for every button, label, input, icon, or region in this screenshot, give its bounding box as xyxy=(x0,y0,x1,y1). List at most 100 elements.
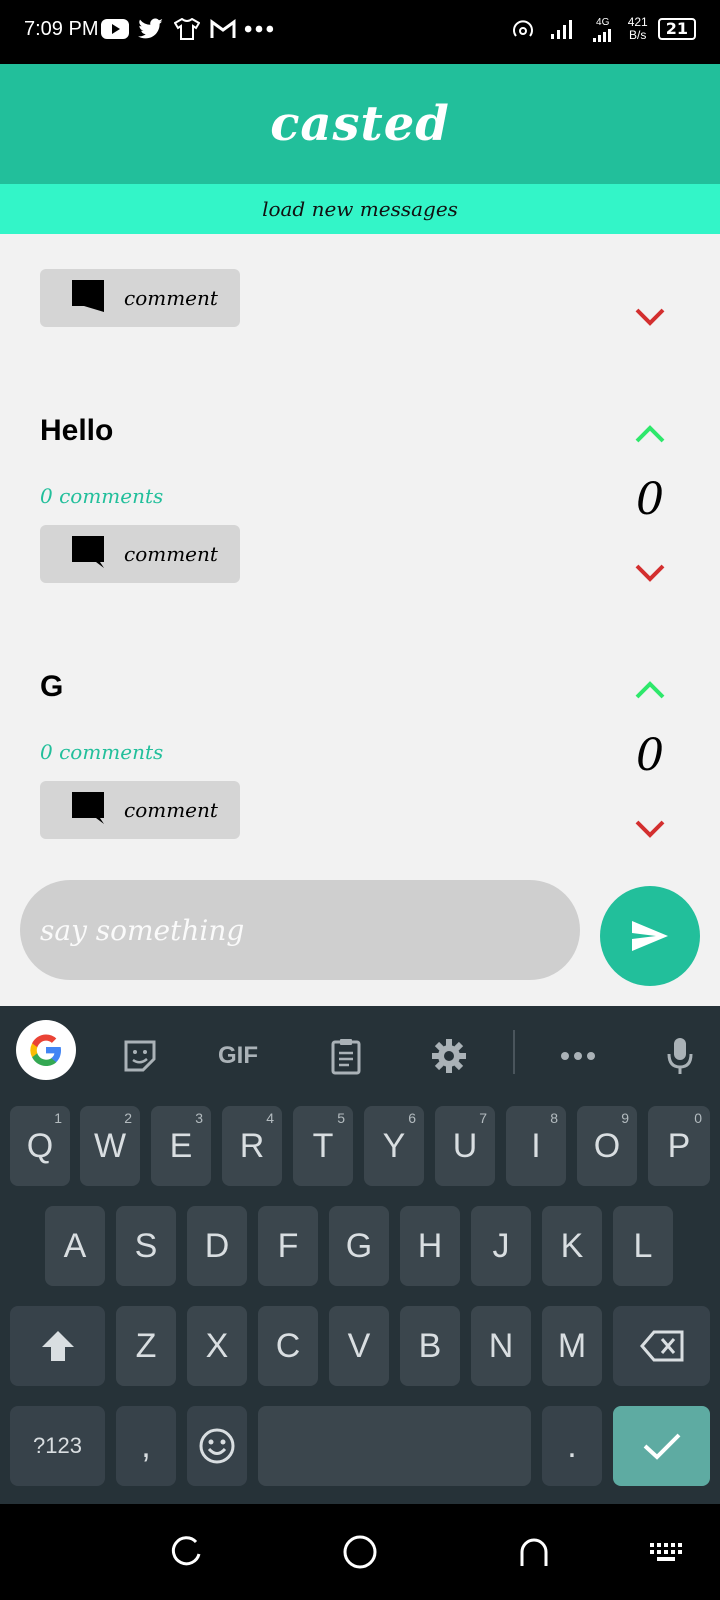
google-icon[interactable] xyxy=(16,1020,76,1080)
period-key[interactable]: . xyxy=(542,1406,602,1486)
key-o[interactable]: O9 xyxy=(577,1106,637,1186)
clipboard-icon[interactable] xyxy=(316,1026,376,1086)
keyboard-toolbar: GIF xyxy=(0,1006,720,1096)
key-hint: 5 xyxy=(337,1110,345,1126)
comment-label: comment xyxy=(124,286,218,310)
key-y[interactable]: Y6 xyxy=(364,1106,424,1186)
status-time: 7:09 PM xyxy=(24,18,99,40)
gif-button[interactable]: GIF xyxy=(208,1026,268,1086)
comment-button[interactable]: comment xyxy=(40,269,240,327)
key-c[interactable]: C xyxy=(258,1306,318,1386)
key-hint: 1 xyxy=(54,1110,62,1126)
recent-apps-button[interactable] xyxy=(166,1532,206,1572)
comment-label: comment xyxy=(124,798,218,822)
comment-button[interactable]: comment xyxy=(40,525,240,583)
key-v[interactable]: V xyxy=(329,1306,389,1386)
message-input[interactable] xyxy=(20,880,580,980)
navigation-bar xyxy=(0,1504,720,1600)
notification-icons xyxy=(100,14,274,44)
key-u[interactable]: U7 xyxy=(435,1106,495,1186)
key-label: H xyxy=(417,1226,443,1265)
key-i[interactable]: I8 xyxy=(506,1106,566,1186)
key-label: B xyxy=(418,1326,442,1365)
upvote-button[interactable] xyxy=(630,414,670,454)
gear-icon[interactable] xyxy=(419,1026,479,1086)
key-label: V xyxy=(347,1326,371,1365)
app-header: casted xyxy=(0,64,720,184)
network-speed: 421 B/s xyxy=(628,16,648,42)
microphone-icon[interactable] xyxy=(650,1026,710,1086)
key-d[interactable]: D xyxy=(187,1206,247,1286)
signal-icon xyxy=(548,14,578,44)
key-j[interactable]: J xyxy=(471,1206,531,1286)
key-p[interactable]: P0 xyxy=(648,1106,710,1186)
soft-keyboard: GIF Q1 W2 E3 R4 T5 Y6 U7 I8 O9 P0 A S D … xyxy=(0,1006,720,1504)
key-label: A xyxy=(63,1226,87,1265)
key-l[interactable]: L xyxy=(613,1206,673,1286)
key-q[interactable]: Q1 xyxy=(10,1106,70,1186)
key-x[interactable]: X xyxy=(187,1306,247,1386)
key-hint: 9 xyxy=(621,1110,629,1126)
key-z[interactable]: Z xyxy=(116,1306,176,1386)
enter-key[interactable] xyxy=(613,1406,710,1486)
more-dots-icon xyxy=(244,14,274,44)
key-label: G xyxy=(345,1226,373,1265)
key-w[interactable]: W2 xyxy=(80,1106,140,1186)
downvote-button[interactable] xyxy=(630,553,670,593)
key-h[interactable]: H xyxy=(400,1206,460,1286)
sticker-icon[interactable] xyxy=(110,1026,170,1086)
downvote-button[interactable] xyxy=(630,297,670,337)
key-label: C xyxy=(275,1326,301,1365)
key-label: O xyxy=(593,1126,621,1165)
send-button[interactable] xyxy=(600,886,700,986)
key-label: S xyxy=(134,1226,158,1265)
key-label: W xyxy=(93,1126,127,1165)
load-new-messages-button[interactable]: load new messages xyxy=(0,184,720,234)
system-icons: 4G 421 B/s 21 xyxy=(508,14,696,44)
gmail-icon xyxy=(208,14,238,44)
key-f[interactable]: F xyxy=(258,1206,318,1286)
key-g[interactable]: G xyxy=(329,1206,389,1286)
post-comment-count[interactable]: 0 comments xyxy=(40,740,163,764)
key-t[interactable]: T5 xyxy=(293,1106,353,1186)
key-hint: 4 xyxy=(266,1110,274,1126)
key-r[interactable]: R4 xyxy=(222,1106,282,1186)
key-n[interactable]: N xyxy=(471,1306,531,1386)
emoji-key[interactable] xyxy=(187,1406,247,1486)
key-hint: 6 xyxy=(408,1110,416,1126)
status-bar: 7:09 PM 4G 421 B/s 21 xyxy=(0,0,720,64)
key-label: T xyxy=(312,1126,334,1165)
backspace-key[interactable] xyxy=(613,1306,710,1386)
key-a[interactable]: A xyxy=(45,1206,105,1286)
key-label: M xyxy=(557,1326,587,1365)
upvote-button[interactable] xyxy=(630,670,670,710)
key-label: N xyxy=(488,1326,514,1365)
tshirt-icon xyxy=(172,14,202,44)
network-type: 4G xyxy=(596,16,610,28)
keyboard-switch-button[interactable] xyxy=(646,1532,686,1572)
vote-count: 0 xyxy=(636,474,664,525)
key-s[interactable]: S xyxy=(116,1206,176,1286)
back-button[interactable] xyxy=(514,1532,554,1572)
comma-key[interactable]: , xyxy=(116,1406,176,1486)
post-comment-count[interactable]: 0 comments xyxy=(40,484,163,508)
key-e[interactable]: E3 xyxy=(151,1106,211,1186)
key-m[interactable]: M xyxy=(542,1306,602,1386)
signal-4g-icon: 4G xyxy=(588,14,618,44)
space-key[interactable] xyxy=(258,1406,531,1486)
shift-key[interactable] xyxy=(10,1306,105,1386)
home-button[interactable] xyxy=(340,1532,380,1572)
more-dots-icon[interactable] xyxy=(548,1026,608,1086)
downvote-button[interactable] xyxy=(630,809,670,849)
keyboard-icon xyxy=(650,1543,682,1561)
key-k[interactable]: K xyxy=(542,1206,602,1286)
symbols-key[interactable]: ?123 xyxy=(10,1406,105,1486)
key-label: Q xyxy=(26,1126,54,1165)
key-label: F xyxy=(277,1226,299,1265)
app-title: casted xyxy=(270,96,450,152)
comment-button[interactable]: comment xyxy=(40,781,240,839)
key-hint: 0 xyxy=(694,1110,702,1126)
comment-icon xyxy=(70,790,106,830)
home-icon xyxy=(343,1535,377,1569)
key-b[interactable]: B xyxy=(400,1306,460,1386)
